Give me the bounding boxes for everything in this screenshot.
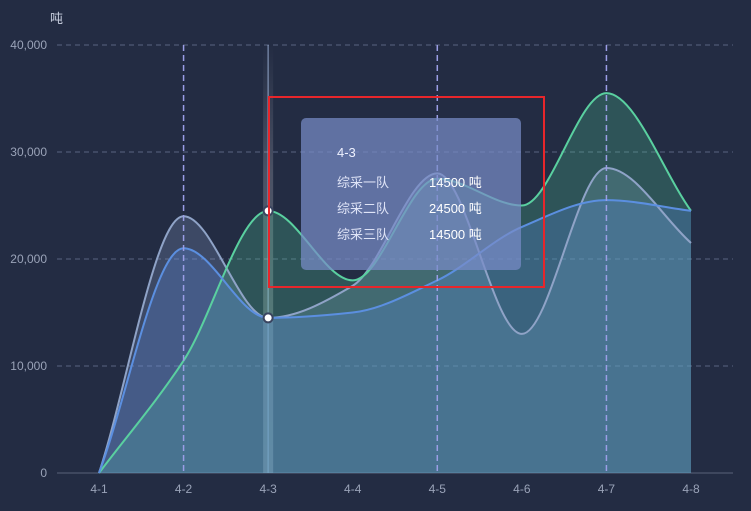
x-tick-label: 4-4 [344,482,362,496]
highlight-box [268,96,545,288]
y-axis-label: 吨 [50,12,63,27]
x-tick-label: 4-6 [513,482,531,496]
y-tick-label: 30,000 [10,145,47,159]
x-tick-label: 4-3 [259,482,277,496]
x-tick-label: 4-8 [682,482,700,496]
x-tick-label: 4-5 [429,482,447,496]
y-tick-label: 10,000 [10,359,47,373]
x-tick-label: 4-7 [598,482,616,496]
x-tick-label: 4-2 [175,482,193,496]
y-tick-label: 0 [40,466,47,480]
x-tick-label: 4-1 [90,482,108,496]
y-tick-label: 20,000 [10,252,47,266]
y-tick-label: 40,000 [10,38,47,52]
data-point [262,312,274,324]
